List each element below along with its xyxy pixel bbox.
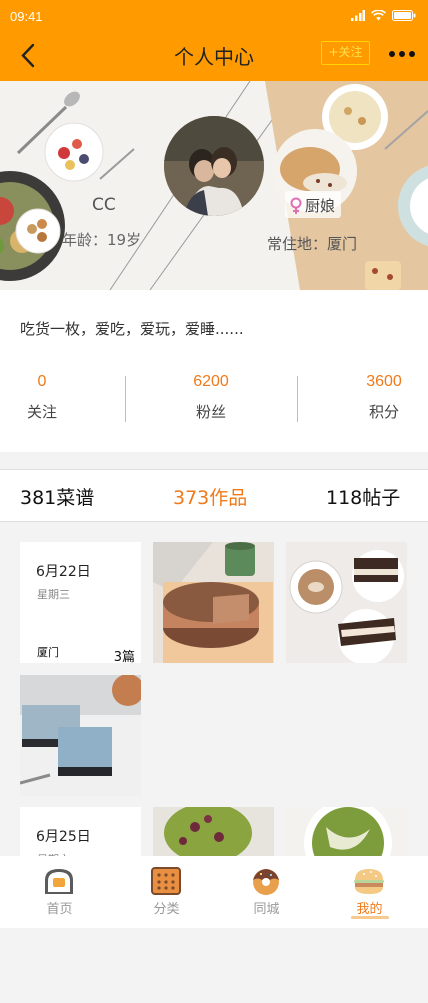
status-icons <box>351 10 416 21</box>
user-role-label: 厨娘 <box>305 197 336 215</box>
user-name: CC <box>92 195 116 215</box>
divider <box>125 376 126 422</box>
follow-button[interactable]: +关注 <box>321 41 370 65</box>
biscuit-icon <box>151 867 181 895</box>
wifi-icon <box>371 10 386 21</box>
nav-category-label: 分类 <box>153 902 180 917</box>
female-icon <box>290 197 302 214</box>
nav-local[interactable]: 同城 <box>213 856 320 928</box>
battery-icon <box>392 10 416 21</box>
user-location: 常住地：厦门 <box>267 235 358 253</box>
divider <box>297 376 298 422</box>
cake-photo <box>153 542 274 663</box>
burger-icon <box>354 869 384 894</box>
more-dot-icon <box>399 51 405 57</box>
stat-value: 6200 <box>193 373 229 390</box>
stat-fans[interactable]: 6200 粉丝 <box>151 373 271 422</box>
post-weekday: 星期三 <box>37 588 70 601</box>
blue-cake-photo <box>20 675 141 796</box>
stat-points[interactable]: 3600 积分 <box>324 373 428 422</box>
bio-card: 吃货一枚，爱吃，爱玩，爱睡...... 0 关注 6200 粉丝 3600 积分 <box>0 290 428 452</box>
nav-local-label: 同城 <box>253 902 280 917</box>
status-bar: 09:41 <box>0 0 428 30</box>
more-dot-icon <box>389 51 395 57</box>
nav-home-label: 首页 <box>46 902 73 917</box>
nav-category[interactable]: 分类 <box>113 856 220 928</box>
stat-label: 积分 <box>368 403 399 421</box>
tiramisu-photo <box>286 542 407 663</box>
bottom-nav: 首页 分类 同城 我的 <box>0 856 428 928</box>
avatar-photo <box>164 116 264 216</box>
stat-label: 粉丝 <box>195 403 226 421</box>
post-date: 6月22日 <box>36 564 91 580</box>
user-age: 年龄：19岁 <box>62 231 142 249</box>
post-photo[interactable] <box>153 542 274 663</box>
content-tabs: 381菜谱 373作品 118帖子 <box>0 469 428 522</box>
nav-home[interactable]: 首页 <box>6 856 113 928</box>
user-bio: 吃货一枚，爱吃，爱玩，爱睡...... <box>20 320 244 338</box>
nav-mine[interactable]: 我的 <box>316 856 423 928</box>
more-dot-icon <box>409 51 415 57</box>
user-role-badge: 厨娘 <box>285 191 342 218</box>
post-photo[interactable] <box>286 542 407 663</box>
more-button[interactable] <box>389 50 415 58</box>
post-city: 厦门 <box>37 646 59 659</box>
status-time: 09:41 <box>10 9 43 24</box>
post-photo[interactable] <box>20 675 141 796</box>
nav-bar: 个人中心 +关注 <box>0 30 428 81</box>
post-date: 6月25日 <box>36 829 91 845</box>
active-indicator <box>351 916 389 919</box>
bread-icon <box>45 869 73 894</box>
signal-icon <box>351 10 365 21</box>
post-count: 3篇 <box>113 650 135 665</box>
avatar[interactable] <box>164 116 264 216</box>
stat-following[interactable]: 0 关注 <box>0 373 102 422</box>
nav-mine-label: 我的 <box>356 902 383 917</box>
donut-icon <box>253 869 279 895</box>
tab-works[interactable]: 373作品 <box>173 483 247 510</box>
stat-value: 3600 <box>366 373 402 390</box>
stat-label: 关注 <box>26 403 57 421</box>
stat-value: 0 <box>37 373 47 390</box>
tab-posts[interactable]: 118帖子 <box>326 483 400 510</box>
profile-hero: CC 年龄：19岁 厨娘 常住地：厦门 <box>0 81 428 290</box>
tab-recipes[interactable]: 381菜谱 <box>20 483 94 510</box>
post-date-card[interactable]: 6月22日 星期三 厦门 3篇 <box>20 542 141 665</box>
